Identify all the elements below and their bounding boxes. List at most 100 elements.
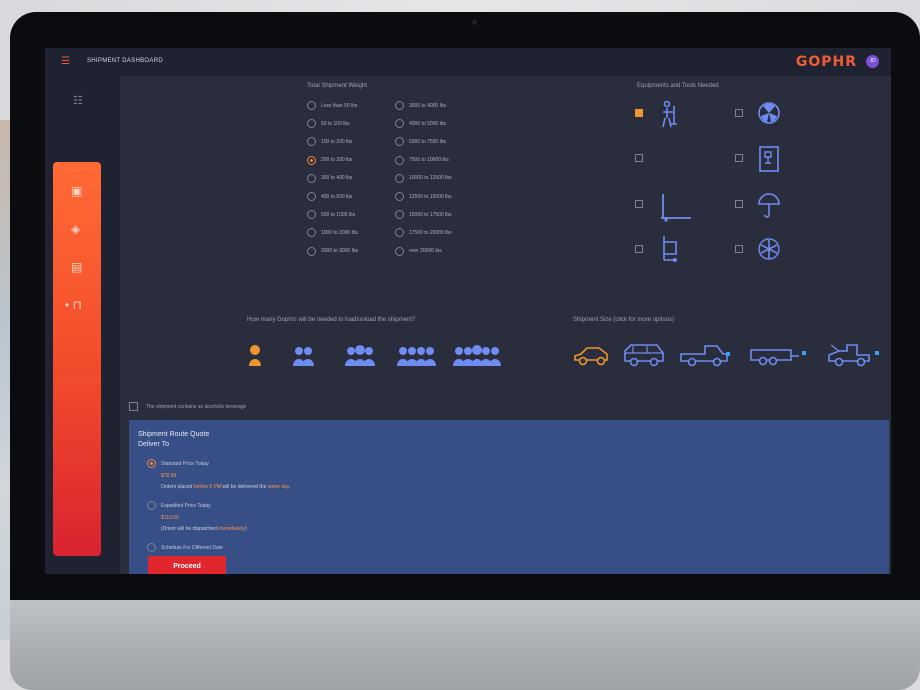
- radio-button[interactable]: [307, 155, 316, 165]
- schedule-date-option[interactable]: Schedule For Different Date: [147, 543, 223, 552]
- weight-option[interactable]: over 20000 lbs: [395, 246, 442, 256]
- weight-option-label: 400 to 500 lbs: [321, 193, 353, 200]
- sidebar: ☷ ▣ ◈ ▤ • ⊓: [45, 76, 120, 574]
- note-highlight: before 5 PM: [193, 484, 222, 490]
- weight-option[interactable]: 7500 to 10000 lbs: [395, 155, 449, 165]
- equipment-checkbox[interactable]: [635, 154, 643, 162]
- proceed-button[interactable]: Proceed: [148, 556, 226, 574]
- radio-button[interactable]: [307, 228, 316, 238]
- radio-button[interactable]: [395, 101, 404, 110]
- brand-logo[interactable]: GOPHR: [796, 54, 857, 70]
- radio-button[interactable]: [307, 101, 316, 110]
- people-4-icon[interactable]: [393, 342, 440, 368]
- snowflake-icon: [758, 238, 780, 260]
- beverage-row[interactable]: The shipment contains an alcoholic bever…: [129, 402, 246, 411]
- expedited-price-option[interactable]: Expedited Price Today: [147, 501, 211, 510]
- radio-button[interactable]: [307, 210, 316, 220]
- radio-button[interactable]: [147, 459, 156, 468]
- radio-button[interactable]: [307, 137, 316, 147]
- weight-option-label: 2000 to 3000 lbs: [321, 248, 358, 255]
- weight-option-label: 7500 to 10000 lbs: [409, 157, 449, 164]
- weight-option[interactable]: 17500 to 20000 lbs: [395, 228, 452, 238]
- weight-option[interactable]: 1000 to 2000 lbs: [307, 228, 358, 238]
- radio-button[interactable]: [395, 119, 404, 129]
- equipment-checkbox[interactable]: [735, 154, 743, 162]
- page-title: SHIPMENT DASHBOARD: [87, 58, 163, 64]
- equipment-checkbox[interactable]: [635, 200, 643, 208]
- equipment-checkbox[interactable]: [635, 109, 643, 117]
- radio-button[interactable]: [147, 501, 156, 510]
- option-label: Schedule For Different Date: [161, 544, 223, 551]
- weight-option[interactable]: 200 to 300 lbs: [307, 155, 352, 165]
- radio-button[interactable]: [395, 246, 404, 256]
- sidebar-nav-panel: ▣ ◈ ▤ • ⊓: [53, 162, 101, 556]
- radioactive-icon: [758, 102, 780, 124]
- option-label: Expedited Price Today: [161, 502, 211, 509]
- weight-option[interactable]: 500 to 1000 lbs: [307, 210, 356, 220]
- equipment-checkbox[interactable]: [735, 245, 743, 253]
- radio-button[interactable]: [395, 155, 404, 165]
- note-text: .: [289, 484, 291, 490]
- weight-option[interactable]: 400 to 500 lbs: [307, 192, 352, 201]
- radio-button[interactable]: [395, 228, 404, 238]
- menu-icon[interactable]: ☰: [61, 56, 70, 67]
- weight-option[interactable]: 50 to 100 lbs: [307, 119, 350, 129]
- equipment-label: Equipments and Tools Needed: [637, 83, 719, 89]
- people-1-icon[interactable]: [245, 342, 265, 368]
- radio-button[interactable]: [395, 137, 404, 147]
- briefcase-icon[interactable]: ▣: [71, 184, 82, 198]
- people-3-icon[interactable]: [341, 342, 379, 368]
- radio-button[interactable]: [307, 192, 316, 201]
- equipment-checkbox[interactable]: [735, 109, 743, 117]
- tow-truck-icon[interactable]: [827, 342, 883, 368]
- weight-option-label: 500 to 1000 lbs: [321, 211, 356, 218]
- weight-option[interactable]: 15000 to 17500 lbs: [395, 210, 452, 220]
- weight-option[interactable]: 5000 to 7500 lbs: [395, 137, 446, 147]
- weight-option-label: 300 to 400 lbs: [321, 175, 353, 182]
- weight-option-label: 15000 to 17500 lbs: [409, 211, 452, 218]
- weight-option[interactable]: 3000 to 4000 lbs: [395, 101, 446, 110]
- equipment-checkbox[interactable]: [735, 200, 743, 208]
- weight-label: Total Shipment Weight: [307, 83, 367, 89]
- weight-option-label: over 20000 lbs: [409, 248, 442, 255]
- radio-button[interactable]: [307, 246, 316, 256]
- camera-icon: [472, 20, 477, 25]
- weight-option[interactable]: Less than 50 lbs: [307, 101, 357, 110]
- weight-option-label: 1000 to 2000 lbs: [321, 229, 358, 236]
- tag-icon[interactable]: ◈: [71, 222, 80, 236]
- weight-option[interactable]: 10000 to 12500 lbs: [395, 173, 452, 183]
- weight-option[interactable]: 300 to 400 lbs: [307, 173, 353, 183]
- clipboard-icon[interactable]: ▤: [71, 260, 82, 274]
- quote-title: Shipment Route Quote: [138, 431, 210, 438]
- radio-button[interactable]: [307, 173, 316, 183]
- monitor-chin: [10, 600, 920, 690]
- weight-option-label: 50 to 100 lbs: [321, 120, 350, 127]
- dashboard-icon[interactable]: ☷: [73, 94, 83, 107]
- beverage-checkbox[interactable]: [129, 402, 138, 411]
- cart-icon[interactable]: • ⊓: [65, 298, 82, 312]
- weight-option-label: Less than 50 lbs: [321, 102, 358, 109]
- radio-button[interactable]: [395, 192, 404, 201]
- radio-button[interactable]: [395, 210, 404, 220]
- weight-option[interactable]: 2000 to 3000 lbs: [307, 246, 358, 256]
- note-text: (Driver will be dispatched: [161, 526, 219, 532]
- note-text: Orders placed: [161, 484, 194, 490]
- people-5-icon[interactable]: [449, 342, 505, 368]
- weight-option-label: 17500 to 20000 lbs: [409, 229, 452, 236]
- weight-option[interactable]: 12500 to 15000 lbs: [395, 192, 452, 201]
- suv-icon[interactable]: [623, 342, 665, 368]
- standard-price-option[interactable]: Standard Price Today: [147, 459, 209, 468]
- weight-option[interactable]: 100 to 200 lbs: [307, 137, 352, 147]
- car-icon[interactable]: [573, 342, 611, 368]
- radio-button[interactable]: [147, 543, 156, 552]
- pickup-truck-icon[interactable]: [679, 342, 731, 368]
- radio-button[interactable]: [307, 119, 316, 129]
- weight-option[interactable]: 4000 to 5000 lbs: [395, 119, 446, 129]
- people-2-icon[interactable]: [289, 342, 318, 368]
- equipment-checkbox[interactable]: [635, 245, 643, 253]
- pallet-jack-icon: [661, 194, 691, 222]
- trailer-icon[interactable]: [749, 342, 807, 368]
- avatar[interactable]: JD: [866, 55, 879, 68]
- radio-button[interactable]: [395, 173, 404, 183]
- app-screen: ☰ SHIPMENT DASHBOARD GOPHR JD ☷ ▣ ◈ ▤ • …: [45, 48, 891, 574]
